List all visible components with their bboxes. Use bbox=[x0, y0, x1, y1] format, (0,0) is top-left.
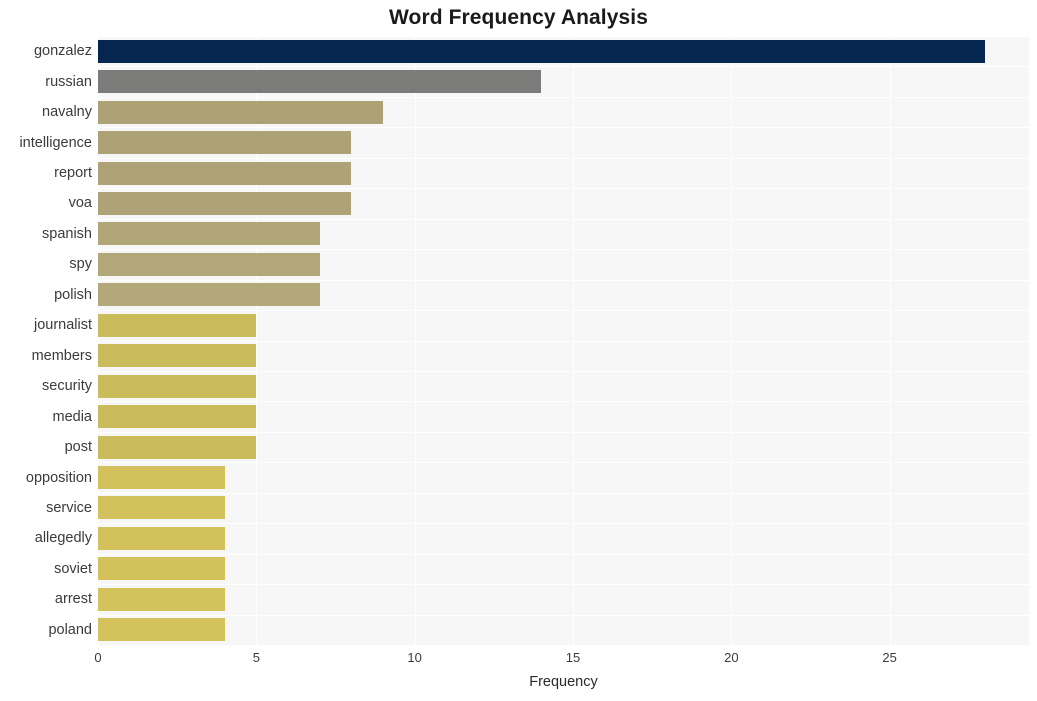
y-axis-tick-label: allegedly bbox=[34, 530, 92, 547]
y-axis-tick-label: journalist bbox=[33, 317, 92, 334]
gridline-horizontal bbox=[98, 66, 1029, 67]
y-axis-tick-label: members bbox=[31, 347, 92, 364]
y-axis-tick-label: arrest bbox=[54, 591, 92, 608]
bar bbox=[98, 252, 320, 276]
x-axis-tick-label: 20 bbox=[724, 650, 739, 665]
bar bbox=[98, 526, 225, 550]
y-axis-tick-label: opposition bbox=[25, 469, 92, 486]
bar bbox=[98, 435, 257, 459]
gridline-horizontal bbox=[98, 188, 1029, 189]
bar bbox=[98, 466, 225, 490]
gridline-horizontal bbox=[98, 432, 1029, 433]
bar bbox=[98, 39, 985, 63]
x-axis-tick-label: 5 bbox=[252, 650, 260, 665]
x-axis-title: Frequency bbox=[529, 674, 598, 690]
y-axis-tick-label: post bbox=[64, 439, 92, 456]
bar bbox=[98, 191, 352, 215]
gridline-horizontal bbox=[98, 554, 1029, 555]
bar bbox=[98, 405, 257, 429]
bar bbox=[98, 161, 352, 185]
bar bbox=[98, 100, 383, 124]
gridline-horizontal bbox=[98, 401, 1029, 402]
gridline-horizontal bbox=[98, 341, 1029, 342]
x-axis-tick-label: 0 bbox=[94, 650, 102, 665]
chart-container: Word Frequency Analysis gonzalez russian n… bbox=[0, 0, 1037, 701]
bar bbox=[98, 587, 225, 611]
bar bbox=[98, 131, 352, 155]
gridline-horizontal bbox=[98, 615, 1029, 616]
y-axis-tick-label: navalny bbox=[42, 104, 92, 121]
y-axis-tick-label: soviet bbox=[54, 560, 92, 577]
y-axis-tick-label: russian bbox=[45, 73, 92, 90]
gridline-horizontal bbox=[98, 36, 1029, 37]
y-axis-labels: gonzalez russian navalny intelligence report… bbox=[0, 36, 92, 645]
bar bbox=[98, 618, 225, 642]
gridline-horizontal bbox=[98, 523, 1029, 524]
bar bbox=[98, 557, 225, 581]
chart-title: Word Frequency Analysis bbox=[388, 6, 649, 29]
gridline-horizontal bbox=[98, 127, 1029, 128]
gridline-horizontal bbox=[98, 310, 1029, 311]
gridline-horizontal bbox=[98, 462, 1029, 463]
gridline-horizontal bbox=[98, 280, 1029, 281]
y-axis-tick-label: intelligence bbox=[19, 134, 92, 151]
gridline-horizontal bbox=[98, 584, 1029, 585]
y-axis-tick-label: report bbox=[54, 165, 92, 182]
bar bbox=[98, 374, 257, 398]
gridline-horizontal bbox=[98, 371, 1029, 372]
gridline-horizontal bbox=[98, 219, 1029, 220]
y-axis-tick-label: poland bbox=[48, 621, 92, 638]
y-axis-tick-label: spy bbox=[69, 256, 92, 273]
bar bbox=[98, 344, 257, 368]
y-axis-tick-label: security bbox=[42, 378, 92, 395]
x-axis-tick-label: 10 bbox=[407, 650, 422, 665]
bar bbox=[98, 496, 225, 520]
y-axis-tick-label: gonzalez bbox=[33, 43, 92, 60]
y-axis-tick-label: spanish bbox=[42, 225, 92, 242]
gridline-horizontal bbox=[98, 97, 1029, 98]
gridline-horizontal bbox=[98, 493, 1029, 494]
bar bbox=[98, 283, 320, 307]
y-axis-tick-label: service bbox=[46, 499, 92, 516]
bar bbox=[98, 222, 320, 246]
y-axis-tick-label: polish bbox=[54, 286, 92, 303]
x-axis-tick-label: 15 bbox=[565, 650, 581, 665]
y-axis-tick-label: media bbox=[52, 408, 93, 425]
x-axis-tick-label: 25 bbox=[882, 650, 897, 665]
bar bbox=[98, 70, 542, 94]
y-axis-tick-label: voa bbox=[68, 195, 92, 212]
plot-area bbox=[98, 36, 1029, 645]
gridline-horizontal bbox=[98, 249, 1029, 250]
gridline-horizontal bbox=[98, 158, 1029, 159]
bar bbox=[98, 313, 257, 337]
